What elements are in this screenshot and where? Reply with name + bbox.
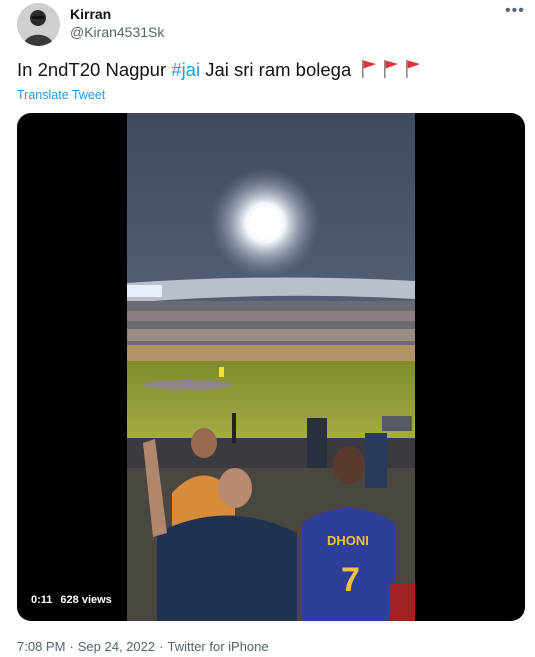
triangular-flag-icon	[362, 60, 377, 78]
tweet-meta: 7:08 PM · Sep 24, 2022 · Twitter for iPhone	[17, 639, 269, 654]
author-name[interactable]: Kirran	[70, 6, 111, 22]
video-player[interactable]: DHONI 7 0:11 628 views	[17, 113, 525, 621]
avatar[interactable]	[17, 3, 60, 46]
video-views: 628 views	[60, 594, 112, 606]
stadium-video-thumbnail: DHONI 7	[127, 113, 415, 621]
more-options-icon[interactable]: •••	[505, 2, 525, 20]
hashtag-link[interactable]: #jai	[171, 59, 200, 80]
avatar-image	[17, 3, 60, 46]
triangular-flag-icon	[406, 60, 421, 78]
tweet-text-before: In 2ndT20 Nagpur	[17, 59, 172, 80]
tweet-text: In 2ndT20 Nagpur #jai Jai sri ram bolega	[17, 58, 422, 82]
tweet-source[interactable]: Twitter for iPhone	[167, 639, 268, 654]
video-stats-overlay: 0:11 628 views	[25, 591, 118, 609]
tweet-text-after: Jai sri ram bolega	[200, 59, 352, 80]
video-frame: DHONI 7	[127, 113, 415, 621]
triangular-flag-icon	[384, 60, 399, 78]
svg-text:DHONI: DHONI	[327, 533, 369, 548]
tweet-time[interactable]: 7:08 PM	[17, 639, 65, 654]
translate-tweet-link[interactable]: Translate Tweet	[17, 88, 105, 102]
svg-text:7: 7	[341, 561, 360, 599]
meta-separator: ·	[159, 639, 164, 654]
tweet-date[interactable]: Sep 24, 2022	[78, 639, 155, 654]
author-handle[interactable]: @Kiran4531Sk	[70, 24, 164, 40]
video-duration: 0:11	[31, 594, 53, 606]
meta-separator: ·	[69, 639, 74, 654]
